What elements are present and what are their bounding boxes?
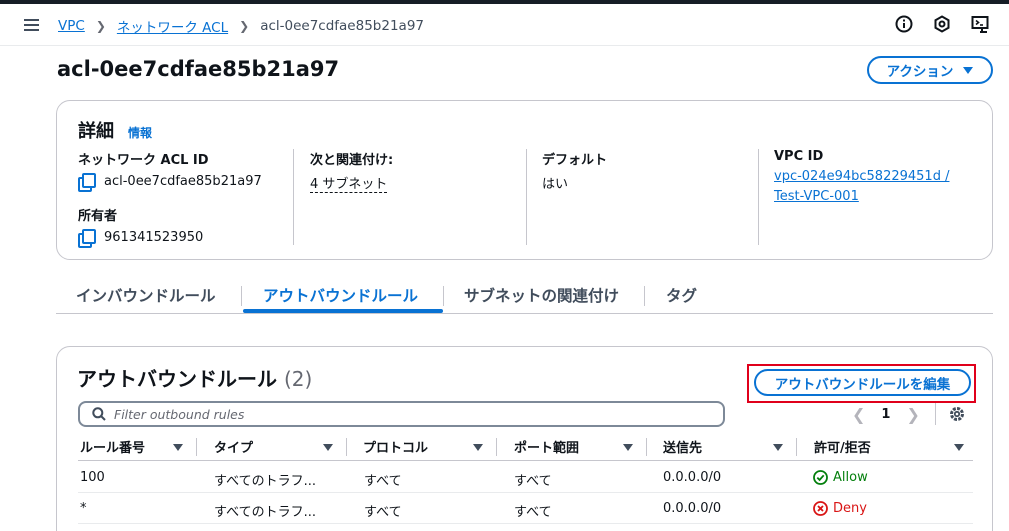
tab-divider [644,286,645,306]
cloudshell-icon[interactable] [971,15,989,33]
table-header: ルール番号 タイプ プロトコル ポート範囲 送信先 許可/拒否 [78,433,973,461]
breadcrumb-network-acl[interactable]: ネットワーク ACL [117,16,228,36]
page-number[interactable]: 1 [881,407,890,422]
acl-id-column: ネットワーク ACL ID acl-0ee7cdfae85b21a97 所有者 … [78,149,293,248]
rules-count: (2) [283,367,313,391]
breadcrumb: VPC ❯ ネットワーク ACL ❯ acl-0ee7cdfae85b21a97 [58,16,424,36]
acl-id-label: ネットワーク ACL ID [78,153,209,168]
owner-label: 所有者 [78,209,118,224]
cell-protocol: すべて [364,505,402,520]
cell-port-range: すべて [514,505,552,520]
vpc-name-link[interactable]: Test-VPC-001 [774,187,978,207]
column-protocol[interactable]: プロトコル [363,437,428,456]
breadcrumb-vpc[interactable]: VPC [58,18,85,34]
sort-icon[interactable] [954,444,964,451]
rules-title: アウトバウンドルール [77,367,277,391]
chevron-right-icon: ❯ [95,19,106,33]
association-label: 次と関連付け: [310,153,394,168]
page-title: acl-0ee7cdfae85b21a97 [57,57,340,81]
actions-dropdown-button[interactable]: アクション [867,56,993,84]
sort-icon[interactable] [323,444,333,451]
tab-divider [241,286,242,306]
cell-destination: 0.0.0.0/0 [663,470,722,485]
info-icon[interactable] [895,15,913,33]
sort-icon[interactable] [773,444,783,451]
settings-icon[interactable] [948,405,966,423]
chevron-right-icon[interactable]: ❯ [906,405,919,424]
filter-field[interactable] [78,401,725,427]
vpc-id-label: VPC ID [774,149,824,164]
outbound-rules-panel: アウトバウンドルール (2) アウトバウンドルールを編集 ❮ 1 ❯ ルール番号… [56,346,993,531]
tab-tags[interactable]: タグ [666,284,697,306]
sort-icon[interactable] [173,444,183,451]
default-column: デフォルト はい [526,149,758,245]
cell-allow-deny: Deny [813,501,867,516]
filter-input[interactable] [114,406,674,422]
tab-subnet-associations[interactable]: サブネットの関連付け [464,284,619,306]
deny-status-text: Deny [833,501,867,516]
vpc-column: VPC ID vpc-024e94bc58229451d / Test-VPC-… [758,149,978,245]
column-divider [646,438,647,456]
menu-icon[interactable] [24,19,39,31]
edit-outbound-rules-button[interactable]: アウトバウンドルールを編集 [754,369,971,396]
column-destination[interactable]: 送信先 [663,437,702,456]
cell-rule-number: 100 [80,470,105,485]
search-icon [92,407,106,421]
table-row: * すべてのトラフ... すべて すべて 0.0.0.0/0 Deny [78,493,973,524]
deny-icon [813,501,828,516]
copy-icon[interactable] [78,173,96,192]
details-panel: 詳細 情報 ネットワーク ACL ID acl-0ee7cdfae85b21a9… [56,100,993,260]
owner-value: 961341523950 [104,229,204,245]
default-label: デフォルト [542,153,608,168]
top-icons [895,15,989,33]
chevron-right-icon: ❯ [239,19,250,33]
rules-heading: アウトバウンドルール (2) [77,363,312,392]
acl-id-value: acl-0ee7cdfae85b21a97 [104,173,262,189]
column-divider [196,438,197,456]
allow-icon [813,470,828,485]
default-value: はい [542,177,569,192]
pagination-divider [935,403,936,425]
association-column: 次と関連付け: 4 サブネット [293,149,526,245]
vpc-id-link[interactable]: vpc-024e94bc58229451d / [774,167,978,187]
cell-allow-deny: Allow [813,470,868,485]
notifications-icon[interactable] [933,15,951,33]
cell-destination: 0.0.0.0/0 [663,501,722,516]
allow-status-text: Allow [833,470,868,485]
details-title: 詳細 [78,121,114,142]
active-tab-indicator [243,309,443,313]
column-port-range[interactable]: ポート範囲 [514,437,579,456]
pagination: ❮ 1 ❯ [852,405,920,424]
column-divider [796,438,797,456]
tab-outbound-rules[interactable]: アウトバウンドルール [263,284,418,306]
column-allow-deny[interactable]: 許可/拒否 [814,437,871,456]
cell-type: すべてのトラフ... [214,505,316,520]
tab-divider [443,286,444,306]
actions-label: アクション [886,64,954,80]
top-navigation: VPC ❯ ネットワーク ACL ❯ acl-0ee7cdfae85b21a97 [0,4,1009,46]
table-row: 100 すべてのトラフ... すべて すべて 0.0.0.0/0 Allow [78,462,973,493]
cell-rule-number: * [80,501,87,516]
chevron-left-icon[interactable]: ❮ [852,405,865,424]
copy-icon[interactable] [78,229,96,248]
info-link[interactable]: 情報 [128,124,152,141]
tab-inbound-rules[interactable]: インバウンドルール [76,284,216,306]
cell-protocol: すべて [364,474,402,489]
column-rule-number[interactable]: ルール番号 [80,437,145,456]
cell-port-range: すべて [514,474,552,489]
column-divider [496,438,497,456]
association-value[interactable]: 4 サブネット [310,173,388,193]
breadcrumb-current: acl-0ee7cdfae85b21a97 [260,18,424,34]
cell-type: すべてのトラフ... [214,474,316,489]
tab-bar: インバウンドルール アウトバウンドルール サブネットの関連付け タグ [56,280,993,314]
column-type[interactable]: タイプ [214,437,253,456]
caret-down-icon [963,66,974,74]
sort-icon[interactable] [473,444,483,451]
column-divider [346,438,347,456]
sort-icon[interactable] [623,444,633,451]
